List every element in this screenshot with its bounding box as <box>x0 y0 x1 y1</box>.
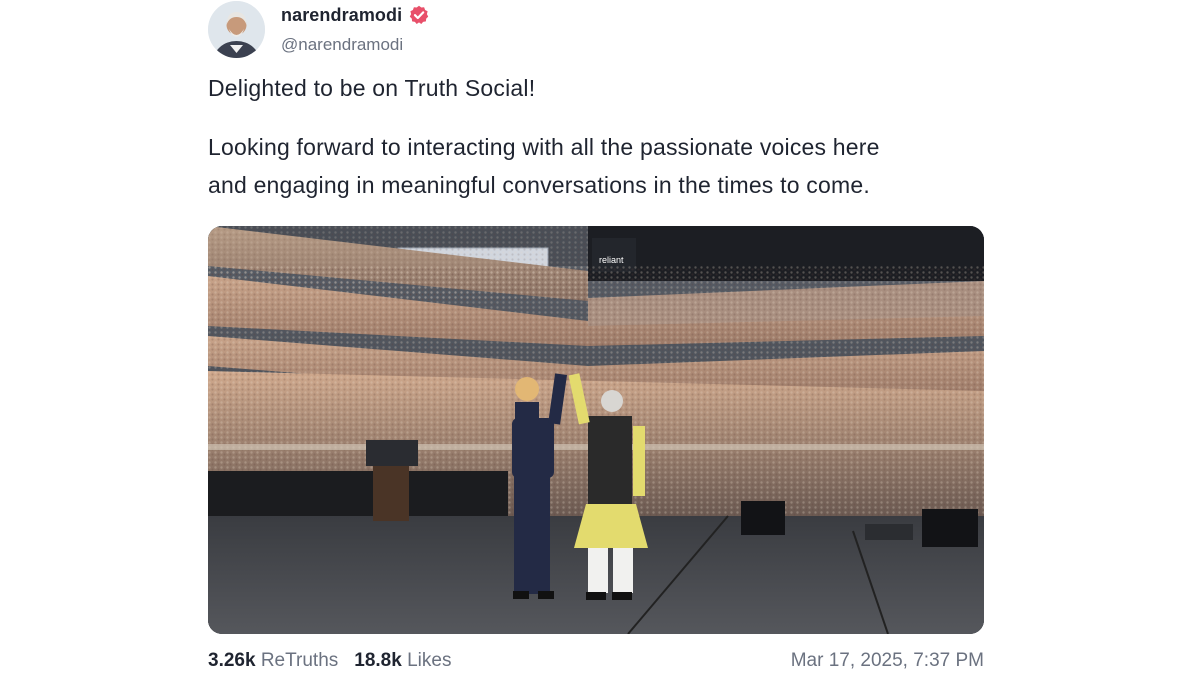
post-text-paragraph-1: Delighted to be on Truth Social! <box>208 75 536 101</box>
retruths-count: 3.26k <box>208 650 256 671</box>
retruths-stat[interactable]: 3.26k ReTruths <box>208 650 338 672</box>
retruths-label: ReTruths <box>260 650 339 671</box>
post-text-paragraph-2-line-2: and engaging in meaningful conversations… <box>208 172 870 198</box>
likes-stat[interactable]: 18.8k Likes <box>354 650 451 672</box>
author-display-name[interactable]: narendramodi <box>281 5 402 26</box>
author-handle[interactable]: @narendramodi <box>281 35 403 55</box>
post-card: narendramodi @narendramodi Delighted to … <box>0 0 1200 675</box>
avatar-image <box>208 1 265 58</box>
author-avatar[interactable] <box>208 1 265 58</box>
verified-badge-icon <box>410 5 429 25</box>
likes-count: 18.8k <box>354 650 402 671</box>
post-text-paragraph-2-line-1: Looking forward to interacting with all … <box>208 134 880 160</box>
stadium-photo: reliant <box>208 226 984 634</box>
post-timestamp[interactable]: Mar 17, 2025, 7:37 PM <box>791 650 984 672</box>
engagement-stats: 3.26k ReTruths 18.8k Likes <box>208 650 451 672</box>
author-name-row: narendramodi <box>281 4 429 26</box>
likes-label: Likes <box>407 650 452 671</box>
stadium-sign-text: reliant <box>599 255 624 265</box>
post-image[interactable]: reliant <box>208 226 984 634</box>
